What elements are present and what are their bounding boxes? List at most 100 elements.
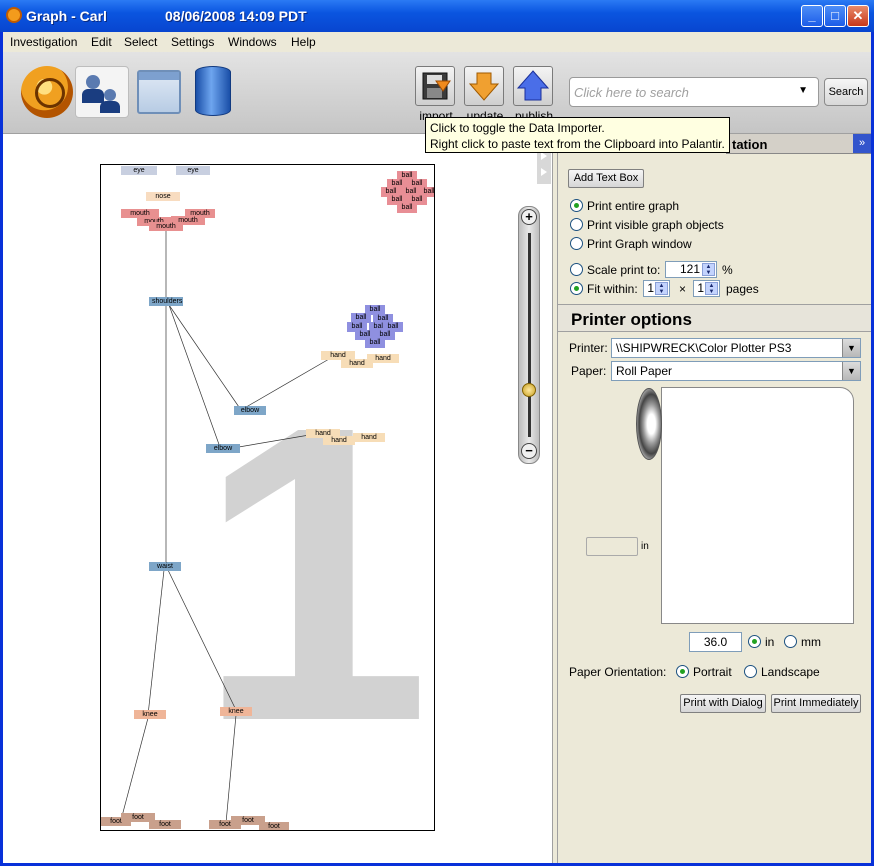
browser-window-icon[interactable] <box>137 70 181 114</box>
menu-edit[interactable]: Edit <box>91 35 112 49</box>
tab-presentation[interactable]: tation » <box>726 134 871 154</box>
radio-mm[interactable] <box>784 635 797 648</box>
zoom-track[interactable] <box>528 233 531 437</box>
unit-mm-option[interactable]: mm <box>784 635 824 649</box>
scale-spinner[interactable]: 121 ▲ ▼ <box>665 261 717 278</box>
print-page[interactable]: 1 eye eye nose mouth mouth mouth mouth s… <box>100 164 435 831</box>
print-window-label: Print Graph window <box>587 237 692 251</box>
unit-in-label: in <box>765 635 775 649</box>
paper-select[interactable]: Roll Paper ▼ <box>611 361 861 381</box>
graph-people-icon[interactable] <box>75 66 129 118</box>
menu-help[interactable]: Help <box>291 35 316 49</box>
palantir-orb-icon[interactable] <box>21 66 73 118</box>
floppy-import-icon <box>422 72 451 100</box>
graph-node[interactable]: foot <box>259 822 289 830</box>
graph-node[interactable]: knee <box>220 707 252 716</box>
ball-cluster-blue[interactable]: ball ball ball ball ball ball ball ball … <box>345 305 405 349</box>
chevron-down-icon[interactable]: ▼ <box>842 339 860 357</box>
maximize-button[interactable]: □ <box>824 5 846 27</box>
database-icon[interactable] <box>195 66 231 116</box>
ball-cluster-red[interactable]: ball ball ball ball ball ball ball ball … <box>379 171 434 213</box>
panel-collapse-arrows[interactable] <box>537 148 551 184</box>
paper-label: Paper: <box>571 364 607 378</box>
search-dropdown-icon[interactable]: ▼ <box>798 85 808 96</box>
zoom-in-icon[interactable]: + <box>521 209 537 225</box>
search-button[interactable]: Search <box>824 78 868 106</box>
printer-select[interactable]: \\SHIPWRECK\Color Plotter PS3 ▼ <box>611 338 861 358</box>
update-button[interactable]: update <box>464 66 504 123</box>
radio-print-visible[interactable] <box>570 218 583 231</box>
add-text-box-button[interactable]: Add Text Box <box>568 169 644 188</box>
zoom-out-icon[interactable]: − <box>521 443 537 459</box>
paper-value: Roll Paper <box>616 364 673 378</box>
menu-windows[interactable]: Windows <box>228 35 277 49</box>
menu-investigation[interactable]: Investigation <box>10 35 77 49</box>
graph-node[interactable]: waist <box>149 562 181 571</box>
graph-node[interactable]: hand <box>353 433 385 442</box>
fit-times: × <box>679 282 687 296</box>
graph-node[interactable]: hand <box>367 354 399 363</box>
unit-mm-label: mm <box>801 635 821 649</box>
search-combobox[interactable]: ▼ <box>569 77 819 107</box>
radio-fit[interactable] <box>570 282 583 295</box>
graph-node[interactable]: hand <box>323 436 355 445</box>
fit-y-value: 1 <box>697 281 704 295</box>
paper-preview <box>661 387 854 624</box>
chevron-down-icon[interactable]: ▼ <box>842 362 860 380</box>
menu-select[interactable]: Select <box>124 35 157 49</box>
print-preview-pane: 1 eye eye nose mouth mouth mouth mouth s… <box>3 134 552 863</box>
graph-node[interactable]: mouth <box>149 222 183 231</box>
landscape-option[interactable]: Landscape <box>744 665 824 679</box>
graph-node[interactable]: knee <box>134 710 166 719</box>
print-immediately-button[interactable]: Print Immediately <box>771 694 861 713</box>
radio-scale[interactable] <box>570 263 583 276</box>
search-input[interactable] <box>574 82 794 102</box>
print-with-dialog-button[interactable]: Print with Dialog <box>680 694 766 713</box>
radio-print-window[interactable] <box>570 237 583 250</box>
graph-node[interactable]: shoulders <box>149 297 183 306</box>
graph-node[interactable]: eye <box>176 166 210 175</box>
radio-print-entire[interactable] <box>570 199 583 212</box>
graph-node[interactable]: eye <box>121 166 157 175</box>
tooltip-line-1: Click to toggle the Data Importer. <box>430 121 605 135</box>
portrait-label: Portrait <box>693 665 732 679</box>
zoom-slider[interactable]: + − <box>518 206 540 464</box>
close-button[interactable]: ✕ <box>847 5 869 27</box>
radio-in[interactable] <box>748 635 761 648</box>
spinner-arrows-icon[interactable]: ▲ ▼ <box>705 282 718 295</box>
menu-settings[interactable]: Settings <box>171 35 214 49</box>
graph-node[interactable]: ball <box>365 338 385 348</box>
fit-unit: pages <box>726 282 759 296</box>
paper-roll-icon <box>636 388 662 460</box>
spinner-arrows-icon[interactable]: ▲ ▼ <box>655 282 668 295</box>
graph-node[interactable]: ball <box>397 203 417 213</box>
fit-y-spinner[interactable]: 1 ▲ ▼ <box>693 280 720 297</box>
radio-landscape[interactable] <box>744 665 757 678</box>
graph-node[interactable]: nose <box>146 192 180 201</box>
graph-node[interactable]: elbow <box>206 444 240 453</box>
print-entire-option[interactable]: Print entire graph <box>570 199 770 213</box>
title-bar: Graph - Carl 08/06/2008 14:09 PDT _ □ ✕ <box>0 0 874 32</box>
zoom-thumb[interactable] <box>522 383 536 397</box>
import-button[interactable]: import <box>415 66 455 123</box>
landscape-label: Landscape <box>761 665 820 679</box>
fit-x-spinner[interactable]: 1 ▲ ▼ <box>643 280 670 297</box>
width-input[interactable]: 36.0 <box>689 632 742 652</box>
portrait-option[interactable]: Portrait <box>676 665 741 679</box>
unit-in-option[interactable]: in <box>748 635 778 649</box>
print-options-pane: tation » Add Text Box Print entire graph… <box>558 134 871 863</box>
height-input[interactable] <box>586 537 638 556</box>
publish-button[interactable]: publish <box>513 66 553 123</box>
double-chevron-icon[interactable]: » <box>853 134 871 153</box>
print-window-option[interactable]: Print Graph window <box>570 237 770 251</box>
graph-node[interactable]: foot <box>149 820 181 829</box>
print-visible-label: Print visible graph objects <box>587 218 724 232</box>
spinner-arrows-icon[interactable]: ▲ ▼ <box>702 263 715 276</box>
minimize-button[interactable]: _ <box>801 5 823 27</box>
scale-value: 121 <box>679 262 700 276</box>
graph-node[interactable]: elbow <box>234 406 266 415</box>
tooltip-line-2: Right click to paste text from the Clipb… <box>430 137 725 151</box>
radio-portrait[interactable] <box>676 665 689 678</box>
fit-label: Fit within: <box>587 282 638 296</box>
print-visible-option[interactable]: Print visible graph objects <box>570 218 770 232</box>
